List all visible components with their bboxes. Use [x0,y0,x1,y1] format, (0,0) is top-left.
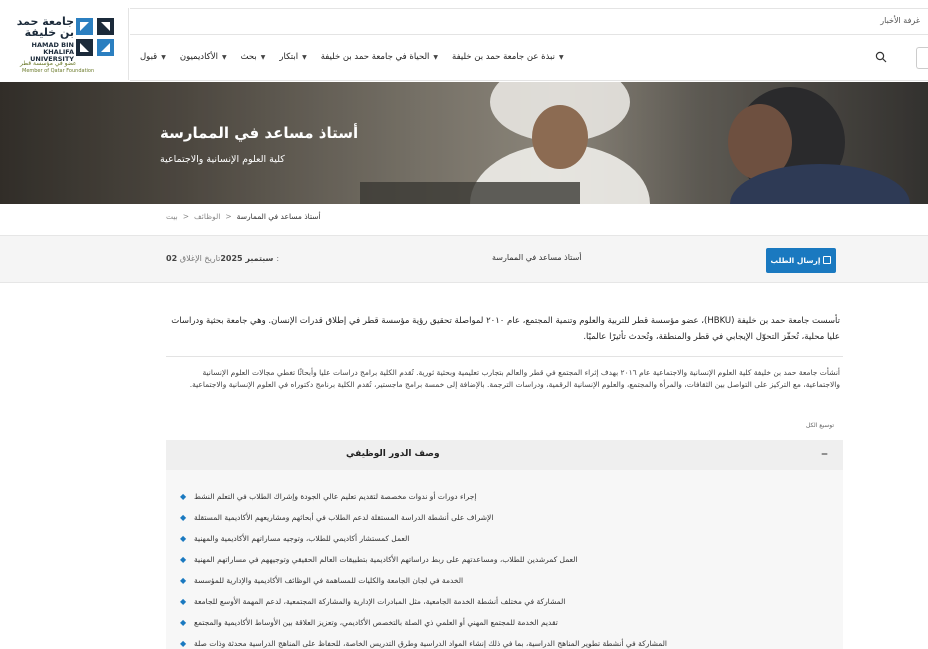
duties-list: ◆ إجراء دورات أو ندوات مخصصة لتقديم تعليم… [180,486,675,649]
nav-item-about[interactable]: نبذة عن جامعة حمد بن خليفة ▼ [452,52,564,62]
hero-banner: أستاذ مساعد في الممارسة كلية العلوم الإن… [0,82,928,204]
breadcrumb: بيت > الوظائف > أستاذ مساعد في الممارسة [166,212,321,221]
chevron-down-icon: ▼ [161,54,166,61]
chevron-down-icon: ▼ [302,54,307,61]
diamond-bullet-icon: ◆ [180,597,187,606]
diamond-bullet-icon: ◆ [180,639,187,648]
main-nav: نبذة عن جامعة حمد بن خليفة ▼ الحياة في جا… [130,35,928,81]
job-title: أستاذ مساعد في الممارسة [492,253,582,262]
accordion-title: وصف الدور الوظيفي [346,449,440,459]
diamond-bullet-icon: ◆ [180,555,187,564]
hbku-logo[interactable]: جامعة حمد بن خليفة HAMAD BIN KHALIFA UNI… [0,10,124,76]
page-subtitle: كلية العلوم الإنسانية والاجتماعية [160,154,285,165]
chevron-down-icon: ▼ [221,54,227,61]
hbku-logo-mark [76,18,114,56]
nav-menu: نبذة عن جامعة حمد بن خليفة ▼ الحياة في جا… [140,52,564,62]
logo-divider [128,8,129,80]
diamond-bullet-icon: ◆ [180,534,187,543]
nav-item-innovation[interactable]: ابتكار ▼ [279,52,306,62]
page-title: أستاذ مساعد في الممارسة [160,124,359,142]
list-item: ◆ العمل كمرشدين للطلاب، ومساعدتهم على ربط… [180,555,578,564]
nav-item-admissions[interactable]: قبول ▼ [140,52,166,62]
language-switcher[interactable] [916,47,928,69]
breadcrumb-home[interactable]: بيت [166,212,178,221]
diamond-bullet-icon: ◆ [180,492,187,501]
list-item: ◆ العمل كمستشار أكاديمي للطلاب، وتوجيه مس… [180,534,410,543]
collapse-icon[interactable]: – [821,446,828,462]
newsroom-link[interactable]: غرفة الأخبار [880,16,920,25]
apply-icon [823,256,832,264]
list-item: ◆ الخدمة في لجان الجامعة والكليات للمساهم… [180,576,464,585]
chevron-down-icon: ▼ [260,54,266,61]
search-icon[interactable] [875,51,887,63]
accordion-header[interactable]: وصف الدور الوظيفي – [166,440,843,470]
nav-item-life[interactable]: الحياة في جامعة حمد بن خليفة ▼ [321,52,438,62]
member-qf-en: Member of Qatar Foundation [22,68,95,74]
diamond-bullet-icon: ◆ [180,576,187,585]
chevron-down-icon: ▼ [433,54,439,61]
diamond-bullet-icon: ◆ [180,513,187,522]
breadcrumb-current: أستاذ مساعد في الممارسة [236,212,321,221]
job-info-bar: 02 سبتمبر 2025تاريخ الإغلاق: أستاذ مساعد… [0,235,928,283]
closing-date: 02 سبتمبر 2025تاريخ الإغلاق: [166,254,279,263]
chevron-right-icon: > [225,212,232,221]
nav-item-academics[interactable]: الأكاديميون ▼ [180,52,227,62]
nav-item-research[interactable]: بحث ▼ [241,52,266,62]
apply-button[interactable]: إرسال الطلب [766,248,836,273]
hero-photo [0,82,928,204]
intro-paragraph: تأسست جامعة حمد بن خليفة (HBKU)، عضو مؤس… [171,316,840,342]
section-divider [166,356,843,357]
list-item: ◆ إجراء دورات أو ندوات مخصصة لتقديم تعليم… [180,492,477,501]
member-qf-ar: عضو في مؤسسة قطر [20,60,77,67]
breadcrumb-jobs[interactable]: الوظائف [194,212,220,221]
utility-bar: غرفة الأخبار [130,8,928,35]
about-paragraph: أنشأت جامعة حمد بن خليفة كلية العلوم الإ… [189,368,840,389]
expand-all-link[interactable]: توسيع الكل [806,422,834,429]
list-item: ◆ المشاركة في مختلف أنشطة الخدمة الجامعية… [180,597,566,606]
list-item: ◆ المشاركة في أنشطة تطوير المناهج الدراسي… [180,639,668,648]
logo-text-ar: جامعة حمد بن خليفة [16,15,74,39]
chevron-right-icon: > [182,212,190,221]
diamond-bullet-icon: ◆ [180,618,187,627]
chevron-down-icon: ▼ [558,54,564,61]
list-item: ◆ تقديم الخدمة للمجتمع المهني أو العلمي ذ… [180,618,558,627]
list-item: ◆ الإشراف على أنشطة الدراسة المستقلة لدعم… [180,513,494,522]
